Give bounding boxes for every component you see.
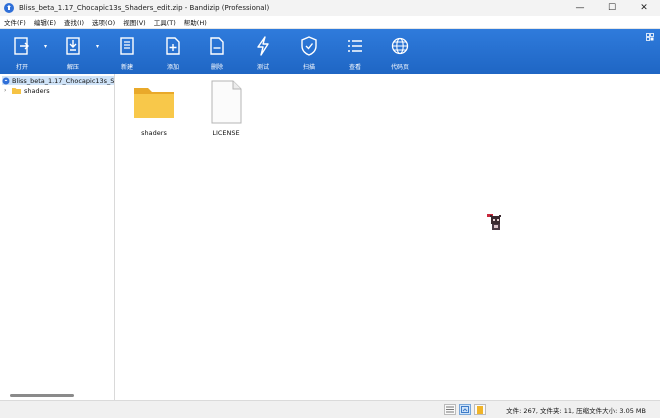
icon-view-button[interactable]: [459, 404, 471, 415]
menu-find[interactable]: 查找(I): [60, 17, 88, 27]
details-view-button[interactable]: [444, 404, 456, 415]
extract-button[interactable]: 解压: [53, 29, 93, 74]
delete-file-icon: [210, 37, 224, 55]
scan-shield-icon: [301, 36, 317, 56]
new-archive-icon: [120, 37, 134, 55]
preview-pane-button[interactable]: [474, 404, 486, 415]
bandizip-app-icon: [4, 3, 14, 13]
archive-root-icon: [2, 77, 10, 84]
close-button[interactable]: ✕: [628, 0, 660, 16]
codepage-globe-icon: [391, 37, 409, 55]
test-bolt-icon: [257, 36, 269, 56]
tree-root-archive[interactable]: Bliss_beta_1.17_Chocapic13s_S: [2, 76, 114, 85]
open-icon: [14, 37, 29, 55]
delete-button[interactable]: 删除: [197, 29, 237, 74]
file-name: LICENSE: [212, 129, 240, 137]
tree-item-label: shaders: [24, 86, 50, 95]
add-label: 添加: [166, 64, 179, 71]
document-icon: [211, 80, 242, 124]
codepage-button[interactable]: 代码页: [380, 29, 420, 74]
file-item-license[interactable]: LICENSE: [196, 80, 256, 137]
folder-large-icon: [134, 88, 174, 118]
menu-help[interactable]: 帮助(H): [180, 17, 211, 27]
status-bar: 文件: 267, 文件夹: 11, 压缩文件大小: 3.05 MB: [0, 400, 660, 418]
extract-label: 解压: [66, 64, 79, 71]
archive-status-text: 文件: 267, 文件夹: 11, 压缩文件大小: 3.05 MB: [506, 407, 646, 415]
menu-view[interactable]: 视图(V): [119, 17, 150, 27]
codepage-label: 代码页: [390, 64, 409, 71]
scan-label: 扫描: [302, 64, 315, 71]
file-name: shaders: [141, 129, 167, 137]
new-archive-label: 新建: [120, 64, 133, 71]
view-list-icon: [348, 40, 362, 52]
file-item-shaders[interactable]: shaders: [124, 80, 184, 137]
open-dropdown-arrow[interactable]: ▾: [44, 43, 47, 50]
tree-root-label: Bliss_beta_1.17_Chocapic13s_S: [11, 76, 114, 85]
scan-button[interactable]: 扫描: [289, 29, 329, 74]
menu-file[interactable]: 文件(F): [0, 17, 30, 27]
extract-icon: [66, 37, 80, 55]
delete-label: 删除: [210, 64, 223, 71]
minimize-button[interactable]: —: [564, 0, 596, 16]
horizontal-scrollbar[interactable]: [10, 394, 74, 397]
view-label: 查看: [348, 64, 361, 71]
maximize-button[interactable]: ☐: [596, 0, 628, 16]
open-label: 打开: [15, 64, 28, 71]
details-view-icon: [446, 406, 454, 413]
icon-view-icon: [461, 406, 469, 413]
test-label: 测试: [256, 64, 269, 71]
pixel-character-sprite: [487, 214, 501, 230]
window-title: Bliss_beta_1.17_Chocapic13s_Shaders_edit…: [19, 4, 270, 12]
menu-options[interactable]: 选项(O): [88, 17, 119, 27]
extract-dropdown-arrow[interactable]: ▾: [96, 43, 99, 50]
add-button[interactable]: 添加: [153, 29, 193, 74]
view-button[interactable]: 查看: [335, 29, 375, 74]
tree-item-shaders[interactable]: › shaders: [4, 86, 50, 95]
add-file-icon: [166, 37, 180, 55]
folder-tree-pane: Bliss_beta_1.17_Chocapic13s_S › shaders: [0, 74, 115, 400]
preview-folder-icon: [477, 405, 483, 414]
test-button[interactable]: 测试: [243, 29, 283, 74]
menu-tools[interactable]: 工具(T): [150, 17, 180, 27]
menu-edit[interactable]: 编辑(E): [30, 17, 60, 27]
toolbar: 打开 ▾ 解压 ▾ 新建 添加 删除 测试 扫描 查看 代码页: [0, 29, 660, 74]
open-button[interactable]: 打开: [2, 29, 42, 74]
folder-icon: [12, 88, 21, 94]
new-archive-button[interactable]: 新建: [107, 29, 147, 74]
file-list-pane: shaders LICENSE: [116, 74, 660, 400]
menu-bar: 文件(F) 编辑(E) 查找(I) 选项(O) 视图(V) 工具(T) 帮助(H…: [0, 16, 660, 29]
title-bar: Bliss_beta_1.17_Chocapic13s_Shaders_edit…: [0, 0, 660, 16]
expand-chevron-icon[interactable]: ›: [4, 87, 12, 94]
toolbar-options-icon[interactable]: [646, 33, 654, 41]
